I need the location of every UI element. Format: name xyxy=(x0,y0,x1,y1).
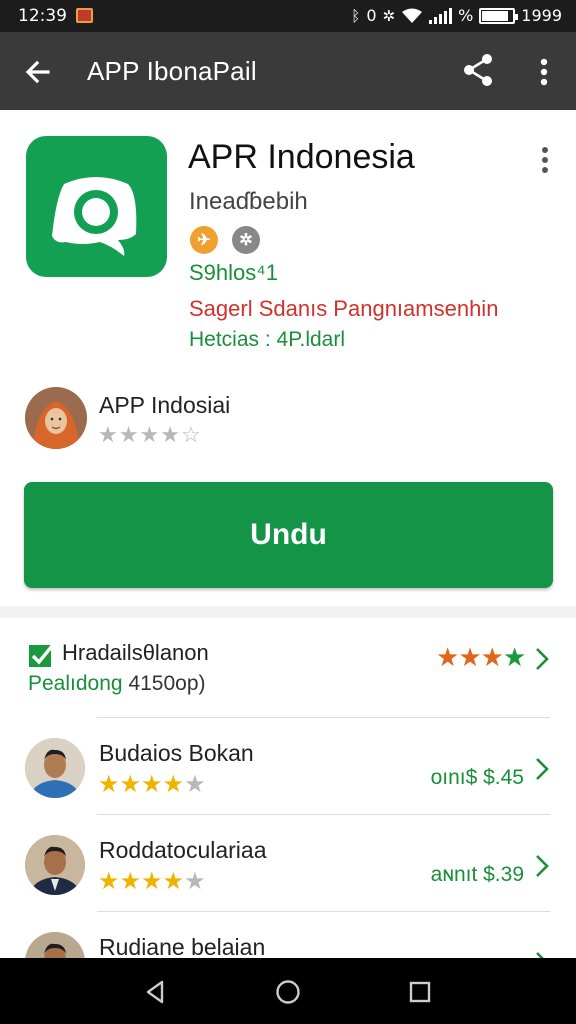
star-icon: ★ xyxy=(458,642,481,672)
badges: ✈ ✲ xyxy=(190,226,260,254)
star-icon: ★ xyxy=(480,642,504,672)
promo-text: Sagerl Sdanıs Pangnıamsenhin xyxy=(189,296,499,321)
nav-back-icon[interactable] xyxy=(140,976,172,1008)
editors-choice-icon: ✈ xyxy=(190,226,218,254)
more-vert-icon[interactable] xyxy=(528,52,560,92)
reviews-subtitle-count: 4150op) xyxy=(128,672,206,695)
reviews-subtitle: Pealıdong 4150op) xyxy=(28,672,206,696)
star-icon: ★ xyxy=(119,868,142,895)
review-item[interactable]: Roddatoculariaa ★★★★★ aɴnıt $.39 xyxy=(0,815,576,911)
battery-icon xyxy=(479,7,519,24)
reviewer-avatar xyxy=(25,738,85,798)
reviewer-avatar xyxy=(25,835,85,895)
install-button[interactable]: Undu xyxy=(24,482,553,588)
nav-home-icon[interactable] xyxy=(272,976,304,1008)
share-icon[interactable] xyxy=(458,50,498,90)
star-icon: ★ xyxy=(141,771,163,798)
publisher-rating: ★★★★☆ xyxy=(98,422,202,448)
star-icon: ★ xyxy=(119,771,142,798)
overflow-menu-icon[interactable] xyxy=(532,144,558,176)
star-icon: ★ xyxy=(98,422,119,447)
star-icon: ★ xyxy=(162,868,185,895)
star-icon: ★ xyxy=(184,868,206,895)
review-price: oını$ $.45 xyxy=(430,766,524,789)
app-logo-icon[interactable] xyxy=(26,136,167,277)
reviewer-rating: ★★★★★ xyxy=(98,770,206,799)
bluetooth-icon: ᛒ xyxy=(351,6,361,25)
reviewer-avatar xyxy=(25,932,85,958)
back-arrow-icon[interactable] xyxy=(18,52,58,92)
star-icon: ★ xyxy=(436,642,459,672)
star-icon: ★ xyxy=(98,771,120,798)
developer-name[interactable]: Ineaɗɓebih xyxy=(189,188,308,216)
star-half-icon: ☆ xyxy=(180,422,202,447)
lte-label: % xyxy=(458,6,474,25)
star-icon: ★ xyxy=(162,771,185,798)
star-icon: ★ xyxy=(141,868,163,895)
network-label: 0 xyxy=(366,6,377,25)
reviews-header[interactable]: Hradailsθlanon Pealıdong 4150op) ★★★★ xyxy=(0,618,576,716)
reviews-summary-stars: ★★★★ xyxy=(436,642,526,673)
reviews-card: Hradailsθlanon Pealıdong 4150op) ★★★★ Bu… xyxy=(0,618,576,958)
app-bar-title: APP IbonaPail xyxy=(87,56,257,86)
chevron-right-icon[interactable] xyxy=(532,851,552,881)
app-name: APR Indonesia xyxy=(188,138,415,176)
star-icon: ★ xyxy=(118,422,140,447)
star-icon: ★ xyxy=(98,868,120,895)
info-text: Hetcias : 4P.ldarl xyxy=(189,328,346,351)
publisher-avatar[interactable] xyxy=(25,387,87,449)
app-bar: APP IbonaPail xyxy=(0,32,576,110)
star-icon: ★ xyxy=(139,422,161,447)
status-icons: ᛒ 0 ✲ % 1999 xyxy=(351,6,562,25)
notification-icon xyxy=(76,8,93,23)
reviewer-name: Rudiane belaian xyxy=(99,934,266,958)
star-icon: ★ xyxy=(184,771,206,798)
status-time: 12:39 xyxy=(18,6,67,26)
status-clock-right: 1999 xyxy=(521,6,562,25)
app-details-card: APR Indonesia Ineaɗɓebih ✈ ✲ S9hlos⁴1 Sa… xyxy=(0,110,576,606)
system-nav-bar xyxy=(0,958,576,1024)
star-icon: ★ xyxy=(160,422,181,447)
chevron-right-icon[interactable] xyxy=(532,754,552,784)
checkbox-checked-icon xyxy=(29,644,54,667)
status-bar: 12:39 ᛒ 0 ✲ % 1999 xyxy=(0,0,576,32)
star-icon: ★ xyxy=(502,642,526,672)
publisher-name[interactable]: APP Indosiai xyxy=(99,392,230,419)
reviews-subtitle-label: Pealıdong xyxy=(28,672,123,695)
reviewer-rating: ★★★★★ xyxy=(98,867,206,896)
wifi-icon xyxy=(402,8,423,23)
reviewer-name: Budaios Bokan xyxy=(99,740,254,766)
review-price: aɴnıt $.39 xyxy=(430,863,524,886)
nav-recents-icon[interactable] xyxy=(404,976,436,1008)
review-item[interactable]: Budaios Bokan ★★★★★ oını$ $.45 xyxy=(0,718,576,814)
chevron-right-icon[interactable] xyxy=(532,948,552,958)
review-item[interactable]: Rudiane belaian xyxy=(0,912,576,958)
content-rating-icon: ✲ xyxy=(232,226,260,254)
chevron-right-icon[interactable] xyxy=(532,644,552,674)
vibrate-icon: ✲ xyxy=(382,6,396,25)
reviews-title: Hradailsθlanon xyxy=(62,640,209,665)
signal-icon xyxy=(429,7,453,24)
reviewer-name: Roddatoculariaa xyxy=(99,837,267,863)
price-text: S9hlos⁴1 xyxy=(189,260,278,285)
